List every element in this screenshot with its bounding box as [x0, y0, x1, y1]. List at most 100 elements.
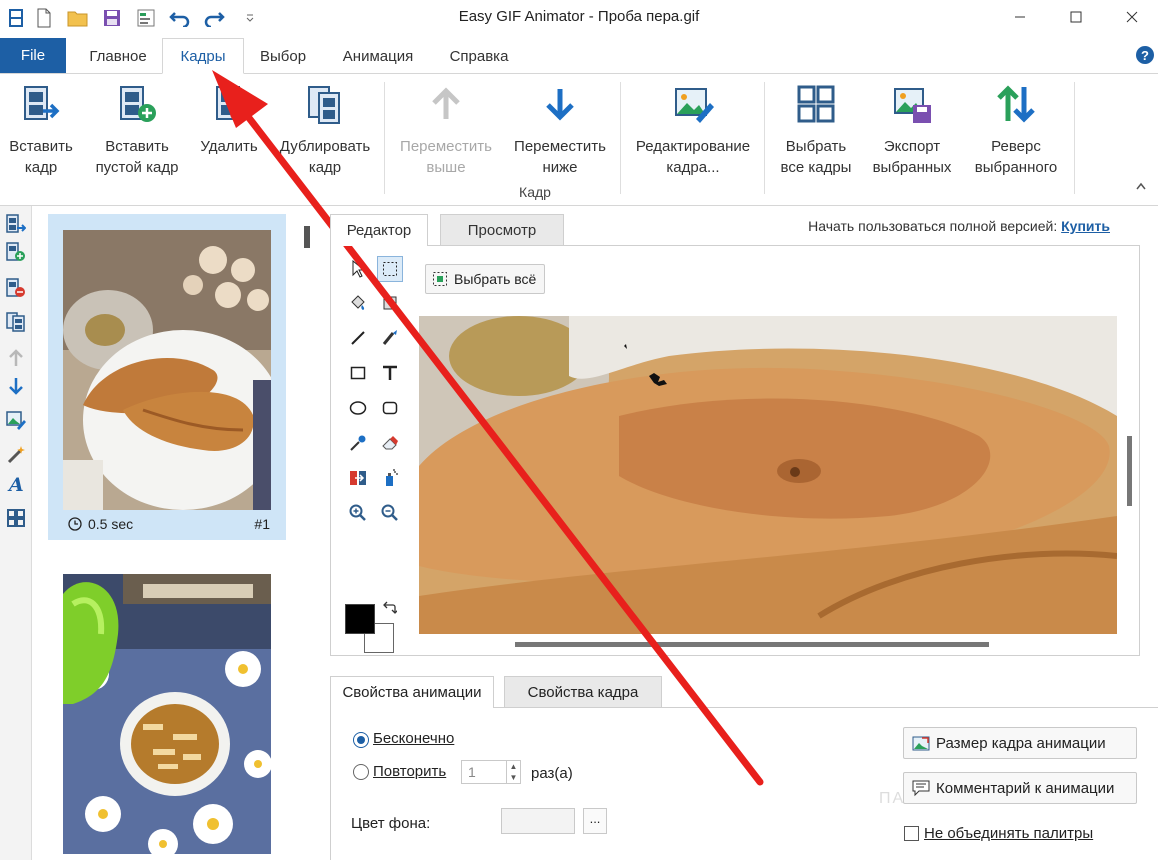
buy-link[interactable]: Купить: [1061, 218, 1110, 234]
tab-editor[interactable]: Редактор: [330, 214, 428, 246]
loop-infinite-radio[interactable]: [353, 732, 369, 748]
crop-tool-icon[interactable]: [377, 290, 403, 316]
frame-thumbnail: [63, 574, 271, 854]
no-merge-palettes-label[interactable]: Не объединять палитры: [924, 825, 1093, 842]
repeat-count-value: 1: [468, 764, 476, 780]
paint-bucket-icon[interactable]: [345, 290, 371, 316]
move-up-button[interactable]: Переместить выше: [394, 80, 498, 180]
select-all-label: Выбрать всё: [454, 271, 537, 287]
no-merge-palettes-checkbox[interactable]: [904, 826, 919, 841]
select-all-frames-label: Выбрать все кадры: [780, 138, 852, 176]
frames-list: 0.5 sec #1: [33, 206, 319, 860]
close-button[interactable]: [1102, 0, 1158, 34]
maximize-button[interactable]: [1046, 0, 1106, 34]
tab-frames[interactable]: Кадры: [162, 38, 244, 74]
insert-blank-frame-icon[interactable]: [4, 240, 28, 264]
collapse-ribbon-icon[interactable]: [1136, 182, 1146, 190]
reverse-arrows-icon: [994, 80, 1038, 128]
tab-file[interactable]: File: [0, 38, 66, 73]
text-style-icon[interactable]: A: [4, 472, 28, 496]
export-selected-button[interactable]: Экспорт выбранных: [866, 80, 958, 180]
loop-infinite-label[interactable]: Бесконечно: [373, 730, 454, 747]
repeat-count-stepper[interactable]: 1 ▲ ▼: [461, 760, 521, 784]
grid-icon[interactable]: [4, 506, 28, 530]
magic-wand-icon[interactable]: [4, 442, 28, 466]
edit-image-icon[interactable]: [4, 408, 28, 432]
select-all-frames-button[interactable]: Выбрать все кадры: [774, 80, 858, 180]
minimize-button[interactable]: [990, 0, 1050, 34]
promo-text: Начать пользоваться полной версией:: [808, 218, 1058, 234]
delete-frame-button[interactable]: Удалить: [196, 80, 262, 180]
insert-blank-frame-label: Вставить пустой кадр: [95, 138, 179, 176]
grid-icon: [794, 80, 838, 128]
rounded-rect-tool-icon[interactable]: [377, 395, 403, 421]
tab-select[interactable]: Выбор: [246, 38, 320, 74]
zoom-out-icon[interactable]: [377, 500, 403, 526]
comment-label: Комментарий к анимации: [936, 779, 1115, 797]
edit-frame-button[interactable]: Редактирование кадра...: [630, 80, 756, 180]
stepper-arrows-icon[interactable]: ▲ ▼: [506, 761, 520, 783]
zoom-in-icon[interactable]: [345, 500, 371, 526]
tab-help[interactable]: Справка: [436, 38, 522, 74]
reverse-selected-label: Реверс выбранного: [974, 138, 1058, 176]
ribbon-separator: [384, 82, 385, 194]
eraser-tool-icon[interactable]: [377, 430, 403, 456]
insert-blank-frame-button[interactable]: Вставить пустой кадр: [88, 80, 186, 180]
rectangle-tool-icon[interactable]: [345, 360, 371, 386]
swap-colors-icon[interactable]: [383, 601, 397, 615]
bg-color-field[interactable]: [501, 808, 575, 834]
bg-color-label: Цвет фона:: [351, 815, 431, 832]
delete-frame-label: Удалить: [200, 138, 258, 155]
arrow-down-icon[interactable]: [4, 374, 28, 398]
insert-frame-icon[interactable]: [4, 212, 28, 236]
help-icon[interactable]: ?: [1136, 46, 1154, 64]
insert-frame-label: Вставить кадр: [9, 138, 73, 176]
duplicate-frame-button[interactable]: Дублировать кадр: [274, 80, 376, 180]
foreground-color-swatch[interactable]: [345, 604, 375, 634]
eyedropper-tool-icon[interactable]: [345, 430, 371, 456]
pointer-tool-icon[interactable]: [345, 256, 371, 282]
tab-home[interactable]: Главное: [76, 38, 160, 74]
title-bar: Easy GIF Animator - Проба пера.gif: [0, 0, 1158, 36]
frame-size-button[interactable]: Размер кадра анимации: [903, 727, 1137, 759]
editor-canvas[interactable]: [419, 316, 1117, 634]
canvas-horizontal-scrollbar[interactable]: [515, 642, 989, 647]
insert-frame-button[interactable]: Вставить кадр: [4, 80, 78, 180]
tab-frame-properties[interactable]: Свойства кадра: [504, 676, 662, 708]
tab-animation-properties[interactable]: Свойства анимации: [330, 676, 494, 708]
move-down-label: Переместить ниже: [514, 138, 606, 176]
canvas-vertical-scrollbar[interactable]: [1127, 436, 1132, 506]
move-down-button[interactable]: Переместить ниже: [508, 80, 612, 180]
editor-panel: Редактор Просмотр Начать пользоваться по…: [330, 214, 1150, 669]
text-tool-icon[interactable]: [377, 360, 403, 386]
ribbon-group-label: Кадр: [519, 184, 551, 200]
rect-select-tool-icon[interactable]: [377, 256, 403, 282]
line-tool-icon[interactable]: [345, 325, 371, 351]
no-merge-palettes-text: Не объединять палитры: [924, 825, 1094, 842]
tab-animation[interactable]: Анимация: [326, 38, 430, 74]
duplicate-frame-icon: [303, 80, 347, 128]
tab-preview[interactable]: Просмотр: [440, 214, 564, 246]
export-selected-label: Экспорт выбранных: [872, 138, 952, 176]
duplicate-frame-icon[interactable]: [4, 310, 28, 334]
arrow-up-icon[interactable]: [4, 346, 28, 370]
window-title: Easy GIF Animator - Проба пера.gif: [458, 8, 700, 25]
spray-tool-icon[interactable]: [377, 465, 403, 491]
select-all-button[interactable]: Выбрать всё: [425, 264, 545, 294]
loop-repeat-label[interactable]: Повторить: [373, 763, 446, 780]
flip-tool-icon[interactable]: [345, 465, 371, 491]
loop-repeat-radio[interactable]: [353, 764, 369, 780]
ellipse-tool-icon[interactable]: [345, 395, 371, 421]
delete-frame-icon[interactable]: [4, 276, 28, 300]
frame-item-2[interactable]: [48, 566, 286, 860]
frames-scrollbar[interactable]: [304, 226, 310, 248]
reverse-selected-button[interactable]: Реверс выбранного: [968, 80, 1064, 180]
comment-button[interactable]: Комментарий к анимации: [903, 772, 1137, 804]
ribbon-separator: [620, 82, 621, 194]
brush-tool-icon[interactable]: [377, 325, 403, 351]
frame-duration: 0.5 sec: [88, 516, 134, 532]
edit-image-icon: [671, 80, 715, 128]
bg-color-picker-button[interactable]: ...: [583, 808, 607, 834]
frame-item-1[interactable]: 0.5 sec #1: [48, 214, 286, 540]
arrow-down-icon: [538, 80, 582, 128]
